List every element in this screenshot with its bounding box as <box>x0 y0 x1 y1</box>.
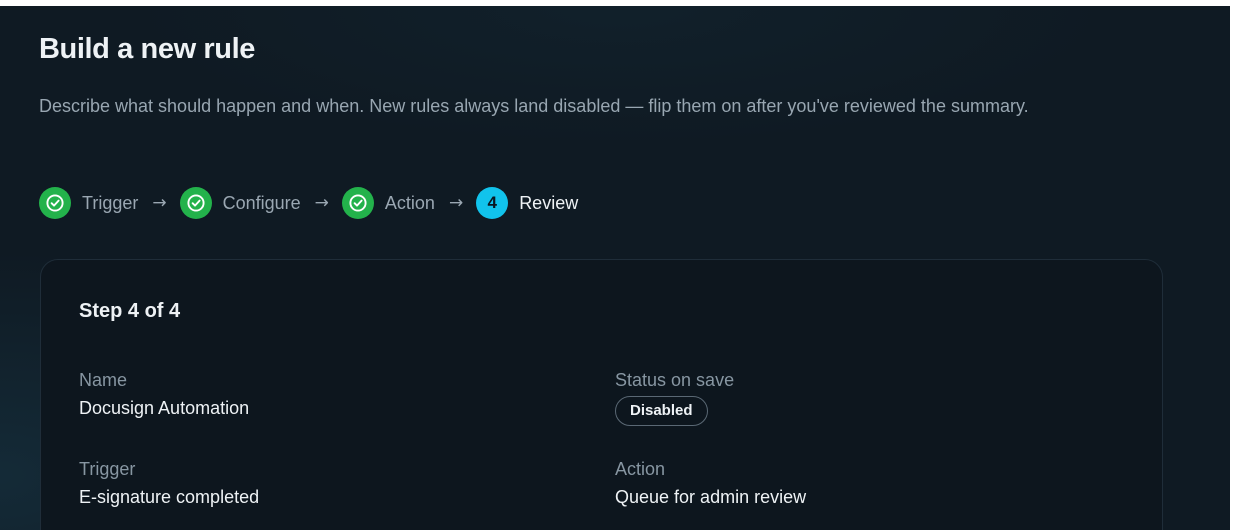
trigger-field: Trigger E-signature completed <box>79 458 259 508</box>
status-field: Status on save Disabled <box>615 369 734 426</box>
field-label: Action <box>615 459 666 479</box>
check-circle-icon <box>39 187 71 219</box>
rule-name-value: Docusign Automation <box>79 398 250 418</box>
status-badge: Disabled <box>615 396 708 426</box>
page-title: Build a new rule <box>39 33 255 65</box>
trigger-value: E-signature completed <box>79 487 260 507</box>
step-label: Configure <box>222 192 301 213</box>
field-label: Name <box>79 370 128 390</box>
step-label: Review <box>519 192 579 213</box>
check-circle-icon <box>341 187 374 219</box>
arrow-right-icon: → <box>314 193 329 213</box>
rule-builder-page: Build a new rule Describe what should ha… <box>0 6 1230 530</box>
step-label: Trigger <box>82 192 139 213</box>
wizard-stepper: Trigger → Configure → Action → 4 Review <box>39 187 578 219</box>
arrow-right-icon: → <box>448 193 464 213</box>
name-field: Name Docusign Automation <box>79 369 249 419</box>
step-number-badge: 4 <box>476 187 509 219</box>
step-label: Action <box>384 192 435 213</box>
action-value: Queue for admin review <box>615 487 807 507</box>
step-review[interactable]: 4 Review <box>476 187 578 219</box>
arrow-right-icon: → <box>152 193 167 213</box>
review-summary-card: Step 4 of 4 Name Docusign Automation Sta… <box>40 259 1163 530</box>
field-label: Status on save <box>615 370 735 390</box>
page-description: Describe what should happen and when. Ne… <box>39 96 1029 116</box>
step-configure[interactable]: Configure <box>179 187 301 219</box>
step-action[interactable]: Action <box>341 187 435 219</box>
check-circle-icon <box>179 187 212 219</box>
step-trigger[interactable]: Trigger <box>39 187 138 219</box>
action-field: Action Queue for admin review <box>615 458 806 508</box>
field-label: Trigger <box>79 459 136 479</box>
step-counter-heading: Step 4 of 4 <box>79 300 181 322</box>
